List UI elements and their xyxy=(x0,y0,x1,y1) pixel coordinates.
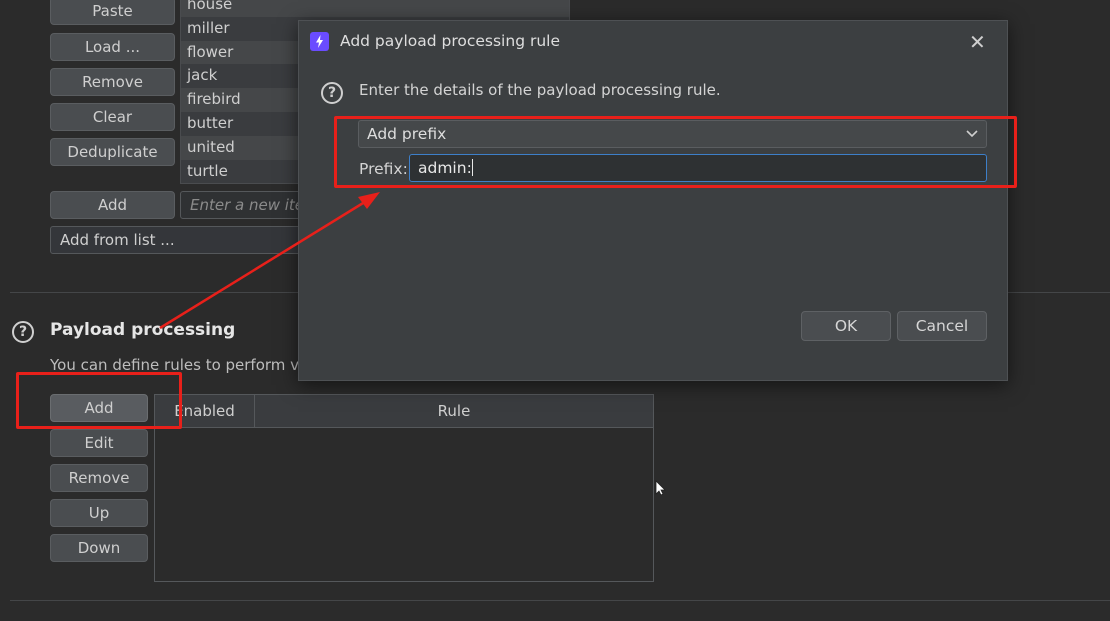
annotation-arrow xyxy=(159,192,380,330)
